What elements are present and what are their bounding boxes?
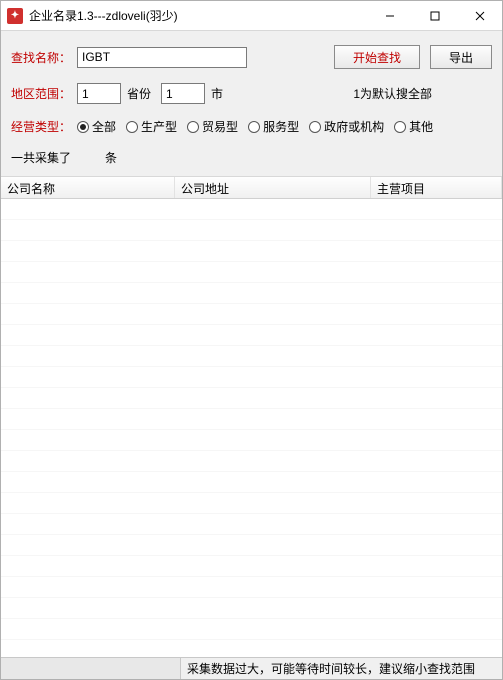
radio-production[interactable]: 生产型 [126, 118, 177, 135]
province-suffix: 省份 [127, 85, 151, 102]
region-label: 地区范围： [11, 85, 71, 102]
region-hint: 1为默认搜全部 [353, 85, 432, 102]
radio-icon [187, 121, 199, 133]
search-input[interactable] [77, 47, 247, 68]
radio-label: 其他 [409, 118, 433, 135]
radio-icon [77, 121, 89, 133]
radio-service[interactable]: 服务型 [248, 118, 299, 135]
province-input[interactable] [77, 83, 121, 104]
city-suffix: 市 [211, 85, 223, 102]
column-company-name[interactable]: 公司名称 [1, 177, 175, 198]
form-panel: 查找名称： 开始查找 导出 地区范围： 省份 市 1为默认搜全部 经营类型： 全… [1, 31, 502, 177]
titlebar: ✦ 企业名录1.3---zdloveli(羽少) [1, 1, 502, 31]
start-search-button[interactable]: 开始查找 [334, 45, 420, 69]
search-label: 查找名称： [11, 49, 71, 66]
radio-icon [126, 121, 138, 133]
app-icon: ✦ [7, 8, 23, 24]
radio-icon [309, 121, 321, 133]
radio-icon [394, 121, 406, 133]
summary-prefix: 一共采集了 [11, 149, 71, 166]
radio-gov[interactable]: 政府或机构 [309, 118, 384, 135]
radio-icon [248, 121, 260, 133]
radio-label: 政府或机构 [324, 118, 384, 135]
table-body[interactable] [1, 199, 502, 657]
maximize-button[interactable] [412, 1, 457, 30]
type-radio-group: 全部 生产型 贸易型 服务型 政府或机构 其他 [77, 118, 433, 135]
status-left-cell [1, 658, 181, 679]
column-main-project[interactable]: 主营项目 [371, 177, 502, 198]
city-input[interactable] [161, 83, 205, 104]
radio-trade[interactable]: 贸易型 [187, 118, 238, 135]
column-company-address[interactable]: 公司地址 [175, 177, 371, 198]
radio-label: 贸易型 [202, 118, 238, 135]
radio-label: 全部 [92, 118, 116, 135]
results-table: 公司名称 公司地址 主营项目 [1, 177, 502, 657]
close-button[interactable] [457, 1, 502, 30]
radio-label: 生产型 [141, 118, 177, 135]
window-title: 企业名录1.3---zdloveli(羽少) [29, 7, 367, 24]
minimize-button[interactable] [367, 1, 412, 30]
radio-all[interactable]: 全部 [77, 118, 116, 135]
summary-row: 一共采集了 条 [11, 149, 492, 166]
window-controls [367, 1, 502, 30]
table-header: 公司名称 公司地址 主营项目 [1, 177, 502, 199]
type-label: 经营类型： [11, 118, 71, 135]
export-button[interactable]: 导出 [430, 45, 492, 69]
summary-suffix: 条 [105, 149, 117, 166]
radio-label: 服务型 [263, 118, 299, 135]
statusbar: 采集数据过大，可能等待时间较长，建议缩小查找范围 [1, 657, 502, 679]
status-message: 采集数据过大，可能等待时间较长，建议缩小查找范围 [181, 660, 502, 677]
radio-other[interactable]: 其他 [394, 118, 433, 135]
